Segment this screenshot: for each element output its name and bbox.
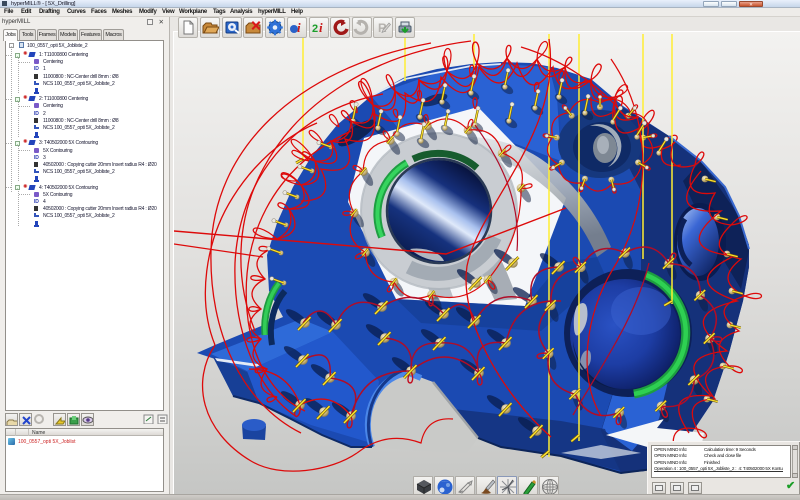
svg-text:2: 2 [312, 23, 318, 35]
svg-text:i: i [297, 20, 301, 35]
svg-text:i: i [319, 20, 323, 35]
